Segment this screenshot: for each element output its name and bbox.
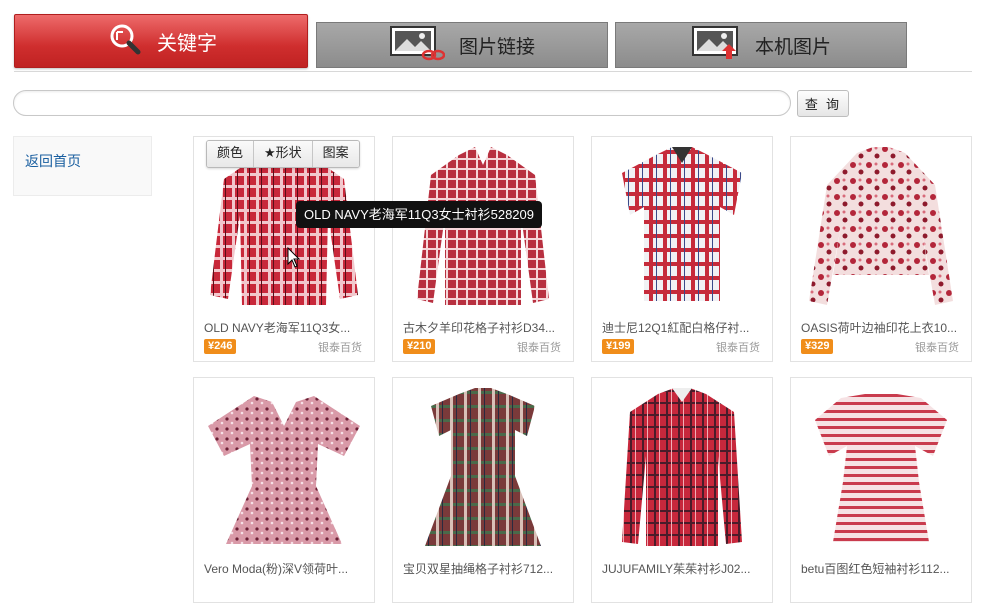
product-image[interactable] [403, 386, 563, 552]
product-image[interactable] [602, 145, 762, 311]
product-image[interactable] [204, 145, 364, 311]
tab-keyword-label: 关键字 [157, 30, 217, 55]
mouse-cursor-icon [287, 247, 301, 268]
product-name[interactable]: OASIS荷叶边袖印花上衣10... [801, 319, 963, 336]
product-name[interactable]: 古木夕羊印花格子衬衫D34... [403, 319, 565, 336]
product-image[interactable] [602, 386, 762, 552]
price-badge: ¥199 [602, 339, 635, 354]
filter-color-button[interactable]: 颜色 [207, 141, 255, 167]
product-card[interactable]: 古木夕羊印花格子衬衫D34... ¥210 银泰百货 [392, 136, 574, 362]
product-name[interactable]: Vero Moda(粉)深V领荷叶... [204, 560, 366, 577]
filter-shape-button[interactable]: ★形状 [254, 141, 313, 167]
tab-keyword[interactable]: 关键字 [14, 14, 308, 68]
product-card[interactable]: betu百图红色短袖衬衫112... [790, 377, 972, 603]
product-image[interactable] [801, 386, 961, 552]
home-link[interactable]: 返回首页 [25, 151, 81, 171]
magnifier-icon [105, 20, 143, 63]
image-link-icon [389, 25, 446, 66]
source-label: 银泰百货 [517, 342, 561, 354]
price-badge: ¥246 [204, 339, 237, 354]
filter-pattern-button[interactable]: 图案 [312, 141, 359, 167]
product-tooltip: OLD NAVY老海军11Q3女士衬衫528209 [296, 201, 542, 228]
tab-local-image-label: 本机图片 [754, 35, 831, 58]
product-card[interactable]: 宝贝双星抽绳格子衬衫712... [392, 377, 574, 603]
product-card[interactable]: JUJUFAMILY茱茱衬衫J02... [591, 377, 773, 603]
similarity-filter-bar: 颜色 ★形状 图案 [206, 140, 360, 168]
product-image[interactable] [801, 145, 961, 311]
sidebar: 返回首页 [13, 136, 152, 196]
tab-divider [14, 71, 972, 72]
tab-image-link-label: 图片链接 [458, 35, 535, 58]
product-image[interactable] [403, 145, 563, 311]
product-name[interactable]: JUJUFAMILY茱茱衬衫J02... [602, 560, 764, 577]
source-label: 银泰百货 [318, 342, 362, 354]
tab-local-image[interactable]: 本机图片 [615, 22, 907, 68]
search-input[interactable] [13, 90, 791, 116]
tab-image-link[interactable]: 图片链接 [316, 22, 608, 68]
product-name[interactable]: betu百图红色短袖衬衫112... [801, 560, 963, 577]
source-label: 银泰百货 [716, 342, 760, 354]
product-card[interactable]: OASIS荷叶边袖印花上衣10... ¥329 银泰百货 [790, 136, 972, 362]
product-image[interactable] [204, 386, 364, 552]
product-name[interactable]: 迪士尼12Q1紅配白格仔衬... [602, 319, 764, 336]
image-upload-icon [691, 25, 741, 66]
product-card[interactable]: Vero Moda(粉)深V领荷叶... [193, 377, 375, 603]
price-badge: ¥329 [801, 339, 834, 354]
product-card[interactable]: OLD NAVY老海军11Q3女... ¥246 银泰百货 [193, 136, 375, 362]
product-name[interactable]: OLD NAVY老海军11Q3女... [204, 319, 366, 336]
product-card[interactable]: 迪士尼12Q1紅配白格仔衬... ¥199 银泰百货 [591, 136, 773, 362]
source-label: 银泰百货 [915, 342, 959, 354]
search-button[interactable]: 查 询 [797, 90, 849, 117]
product-name[interactable]: 宝贝双星抽绳格子衬衫712... [403, 560, 565, 577]
price-badge: ¥210 [403, 339, 436, 354]
